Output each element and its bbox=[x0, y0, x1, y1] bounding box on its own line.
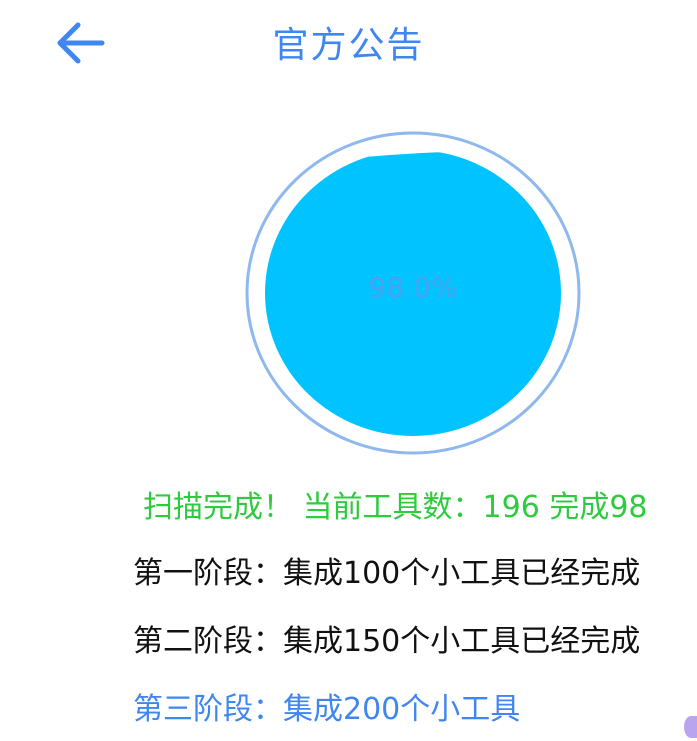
stage-three-text: 第三阶段：集成200个小工具 bbox=[133, 692, 521, 727]
progress-gauge: 98.0% bbox=[245, 131, 581, 455]
gauge-percent-label: 98.0% bbox=[368, 271, 458, 304]
page-title: 官方公告 bbox=[272, 25, 425, 66]
announcement-page: 官方公告 98.0% 扫描完成！ 当前工具数：196 完成98 第一阶段：集成1… bbox=[0, 0, 697, 741]
stage-one-text: 第一阶段：集成100个小工具已经完成 bbox=[133, 556, 641, 591]
scan-status-text: 扫描完成！ 当前工具数：196 完成98 bbox=[143, 490, 648, 525]
floating-assistant-handle[interactable] bbox=[684, 716, 697, 738]
stage-two-text: 第二阶段：集成150个小工具已经完成 bbox=[133, 624, 641, 659]
